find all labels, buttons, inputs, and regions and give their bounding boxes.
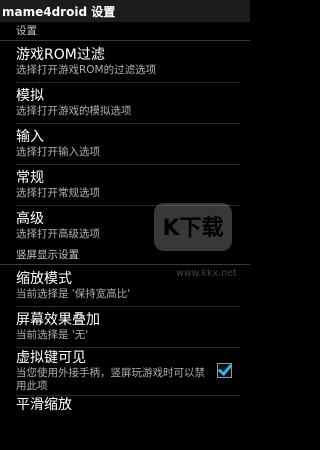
pref-title: 模拟 xyxy=(16,88,44,104)
pref-title: 输入 xyxy=(16,129,44,145)
pref-virtual-keys-visible[interactable]: 虚拟键可见 当您使用外接手柄，竖屏玩游戏时可以禁用此项 xyxy=(0,347,250,395)
section-header-settings: 设置 xyxy=(0,23,250,41)
pref-summary: 当您使用外接手柄，竖屏玩游戏时可以禁用此项 xyxy=(16,367,205,392)
pref-title: 虚拟键可见 xyxy=(16,350,86,366)
pref-summary: 选择打开游戏ROM的过滤选项 xyxy=(16,64,157,76)
app-title: mame4droid 设置 xyxy=(2,4,116,19)
virtual-keys-checkbox[interactable] xyxy=(217,363,232,378)
pref-title: 平滑缩放 xyxy=(16,397,72,413)
watermark-url: www.kkx.net xyxy=(176,268,237,279)
pref-summary: 选择打开游戏的模拟选项 xyxy=(16,105,132,117)
pref-title: 高级 xyxy=(16,211,44,227)
pref-general[interactable]: 常规 选择打开常规选项 xyxy=(0,164,250,205)
pref-summary: 当前选择是 '无' xyxy=(16,329,89,341)
pref-summary: 选择打开输入选项 xyxy=(16,146,100,158)
pref-screen-overlay[interactable]: 屏幕效果叠加 当前选择是 '无' xyxy=(0,306,250,347)
pref-summary: 选择打开高级选项 xyxy=(16,228,100,240)
pref-title: 屏幕效果叠加 xyxy=(16,312,100,328)
title-bar: mame4droid 设置 xyxy=(0,0,250,22)
pref-summary: 选择打开常规选项 xyxy=(16,187,100,199)
pref-summary: 当前选择是 '保持宽高比' xyxy=(16,288,131,300)
pref-title: 常规 xyxy=(16,170,44,186)
pref-emulation[interactable]: 模拟 选择打开游戏的模拟选项 xyxy=(0,82,250,123)
pref-smooth-scaling[interactable]: 平滑缩放 xyxy=(0,395,250,415)
pref-rom-filter[interactable]: 游戏ROM过滤 选择打开游戏ROM的过滤选项 xyxy=(0,41,250,82)
pref-input[interactable]: 输入 选择打开输入选项 xyxy=(0,123,250,164)
section-header-portrait-display: 竖屏显示设置 xyxy=(0,247,250,265)
pref-advanced[interactable]: 高级 选择打开高级选项 xyxy=(0,205,250,246)
pref-title: 游戏ROM过滤 xyxy=(16,47,105,63)
